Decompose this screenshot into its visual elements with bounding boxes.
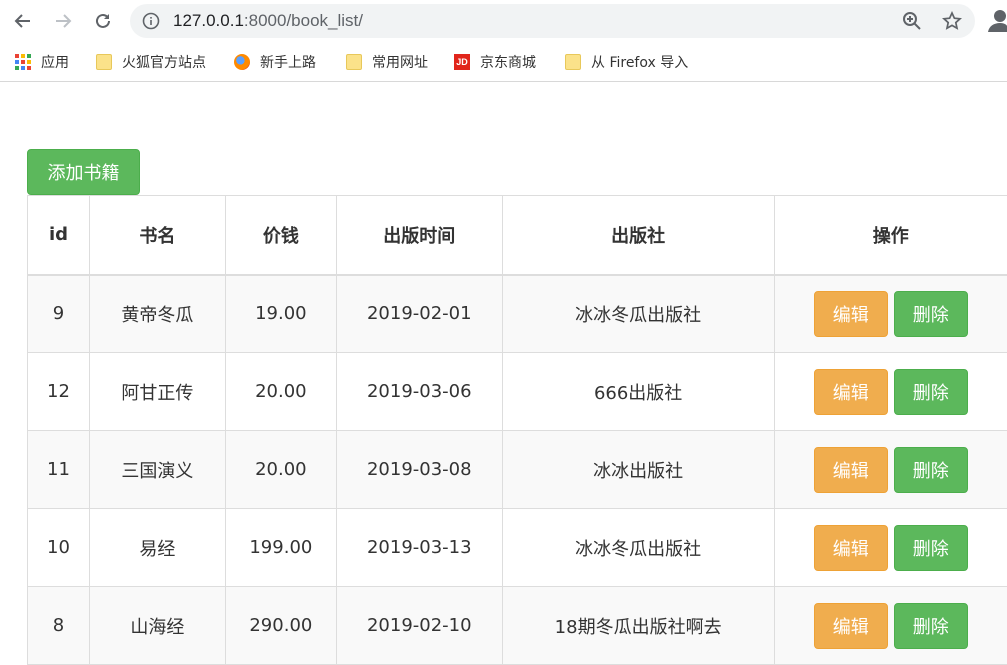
table-row: 8 山海经 290.00 2019-02-10 18期冬瓜出版社啊去 编辑 删除 — [28, 587, 1007, 665]
cell-price: 19.00 — [225, 275, 336, 353]
folder-icon — [565, 54, 581, 70]
column-header-price: 价钱 — [225, 196, 336, 275]
cell-price: 20.00 — [225, 431, 336, 509]
delete-button[interactable]: 删除 — [894, 525, 968, 571]
url-host: 127.0.0.1 — [173, 11, 244, 30]
column-header-date: 出版时间 — [336, 196, 502, 275]
edit-button[interactable]: 编辑 — [814, 525, 888, 571]
zoom-icon[interactable] — [902, 11, 922, 31]
edit-button[interactable]: 编辑 — [814, 369, 888, 415]
folder-icon — [346, 54, 362, 70]
reload-icon — [94, 12, 112, 30]
edit-button[interactable]: 编辑 — [814, 447, 888, 493]
cell-id: 9 — [28, 275, 90, 353]
bookmark-common-sites[interactable]: 常用网址 — [346, 51, 428, 73]
cell-title: 黄帝冬瓜 — [89, 275, 225, 353]
bookmark-label: 火狐官方站点 — [122, 52, 206, 72]
cell-title: 山海经 — [89, 587, 225, 665]
cell-publisher: 冰冰冬瓜出版社 — [502, 275, 774, 353]
bookmark-label: 常用网址 — [372, 52, 428, 72]
info-icon[interactable] — [142, 12, 160, 30]
table-header-row: id 书名 价钱 出版时间 出版社 操作 — [28, 196, 1007, 275]
reload-button[interactable] — [88, 6, 118, 36]
column-header-publisher: 出版社 — [502, 196, 774, 275]
cell-date: 2019-02-01 — [336, 275, 502, 353]
cell-title: 三国演义 — [89, 431, 225, 509]
bookmark-label: 从 Firefox 导入 — [591, 52, 688, 72]
url-text[interactable]: 127.0.0.1:8000/book_list/ — [173, 11, 363, 31]
cell-date: 2019-03-13 — [336, 509, 502, 587]
delete-button[interactable]: 删除 — [894, 447, 968, 493]
bookmark-import-firefox[interactable]: 从 Firefox 导入 — [565, 51, 688, 73]
cell-id: 12 — [28, 353, 90, 431]
column-header-id: id — [28, 196, 90, 275]
edit-button[interactable]: 编辑 — [814, 291, 888, 337]
cell-publisher: 冰冰出版社 — [502, 431, 774, 509]
firefox-icon — [234, 54, 250, 70]
jd-icon: JD — [454, 54, 470, 70]
forward-arrow-icon — [54, 12, 72, 30]
forward-button[interactable] — [48, 6, 78, 36]
bookmark-getting-started[interactable]: 新手上路 — [234, 51, 316, 73]
cell-date: 2019-03-06 — [336, 353, 502, 431]
url-path: :8000/book_list/ — [244, 11, 363, 30]
bookmark-firefox-site[interactable]: 火狐官方站点 — [96, 51, 206, 73]
cell-id: 11 — [28, 431, 90, 509]
back-button[interactable] — [8, 6, 38, 36]
table-row: 11 三国演义 20.00 2019-03-08 冰冰出版社 编辑 删除 — [28, 431, 1007, 509]
cell-actions: 编辑 删除 — [774, 587, 1007, 665]
cell-publisher: 18期冬瓜出版社啊去 — [502, 587, 774, 665]
delete-button[interactable]: 删除 — [894, 603, 968, 649]
profile-icon[interactable] — [988, 8, 1007, 32]
table-row: 12 阿甘正传 20.00 2019-03-06 666出版社 编辑 删除 — [28, 353, 1007, 431]
delete-button[interactable]: 删除 — [894, 369, 968, 415]
cell-actions: 编辑 删除 — [774, 353, 1007, 431]
bookmark-apps[interactable]: 应用 — [15, 51, 69, 73]
bookmark-label: 新手上路 — [260, 52, 316, 72]
bookmark-jd[interactable]: JD 京东商城 — [454, 51, 536, 73]
book-table: id 书名 价钱 出版时间 出版社 操作 9 黄帝冬瓜 19.00 2019-0… — [27, 195, 1007, 665]
cell-id: 10 — [28, 509, 90, 587]
cell-actions: 编辑 删除 — [774, 275, 1007, 353]
browser-toolbar: 127.0.0.1:8000/book_list/ — [0, 0, 1007, 42]
bookmark-star-icon[interactable] — [942, 11, 962, 31]
cell-actions: 编辑 删除 — [774, 509, 1007, 587]
back-arrow-icon — [14, 12, 32, 30]
cell-price: 20.00 — [225, 353, 336, 431]
cell-title: 阿甘正传 — [89, 353, 225, 431]
cell-title: 易经 — [89, 509, 225, 587]
bookmark-label: 应用 — [41, 52, 69, 72]
apps-grid-icon — [15, 54, 31, 70]
table-row: 10 易经 199.00 2019-03-13 冰冰冬瓜出版社 编辑 删除 — [28, 509, 1007, 587]
add-book-button[interactable]: 添加书籍 — [27, 149, 140, 195]
cell-date: 2019-03-08 — [336, 431, 502, 509]
column-header-title: 书名 — [89, 196, 225, 275]
folder-icon — [96, 54, 112, 70]
delete-button[interactable]: 删除 — [894, 291, 968, 337]
bookmarks-bar: 应用 火狐官方站点 新手上路 常用网址 JD 京东商城 从 Firefox 导入 — [0, 42, 1007, 82]
column-header-actions: 操作 — [774, 196, 1007, 275]
cell-price: 199.00 — [225, 509, 336, 587]
bookmark-label: 京东商城 — [480, 52, 536, 72]
edit-button[interactable]: 编辑 — [814, 603, 888, 649]
cell-price: 290.00 — [225, 587, 336, 665]
cell-id: 8 — [28, 587, 90, 665]
table-row: 9 黄帝冬瓜 19.00 2019-02-01 冰冰冬瓜出版社 编辑 删除 — [28, 275, 1007, 353]
cell-date: 2019-02-10 — [336, 587, 502, 665]
cell-actions: 编辑 删除 — [774, 431, 1007, 509]
cell-publisher: 666出版社 — [502, 353, 774, 431]
address-bar[interactable]: 127.0.0.1:8000/book_list/ — [130, 4, 975, 38]
cell-publisher: 冰冰冬瓜出版社 — [502, 509, 774, 587]
